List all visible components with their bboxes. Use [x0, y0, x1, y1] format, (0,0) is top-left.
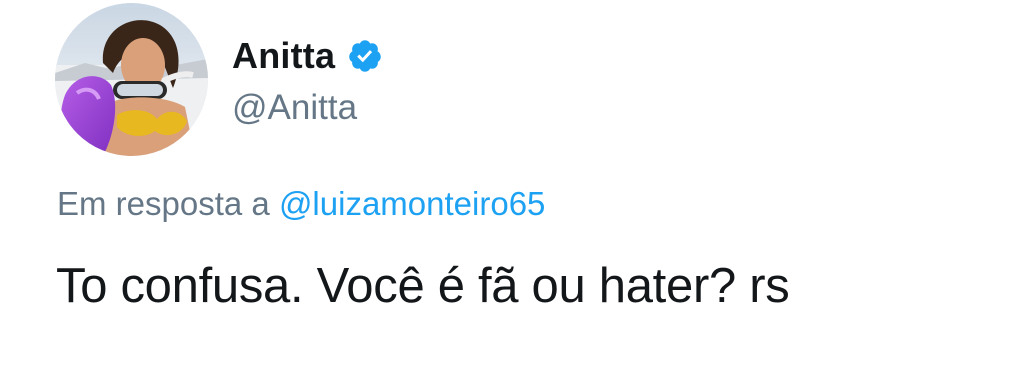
profile-photo-icon: [55, 3, 208, 156]
author-handle[interactable]: @Anitta: [232, 88, 357, 128]
author-name-row[interactable]: Anitta: [232, 28, 383, 84]
reply-context: Em resposta a @luizamonteiro65: [57, 185, 545, 223]
avatar[interactable]: [55, 3, 208, 156]
display-name[interactable]: Anitta: [232, 35, 335, 77]
reply-prefix: Em resposta a: [57, 185, 270, 222]
reply-mention-link[interactable]: @luizamonteiro65: [279, 185, 545, 222]
tweet-card: Anitta @Anitta Em resposta a @luizamonte…: [0, 0, 1024, 388]
verified-badge-icon: [347, 38, 383, 74]
tweet-text: To confusa. Você é fã ou hater? rs: [56, 259, 790, 313]
